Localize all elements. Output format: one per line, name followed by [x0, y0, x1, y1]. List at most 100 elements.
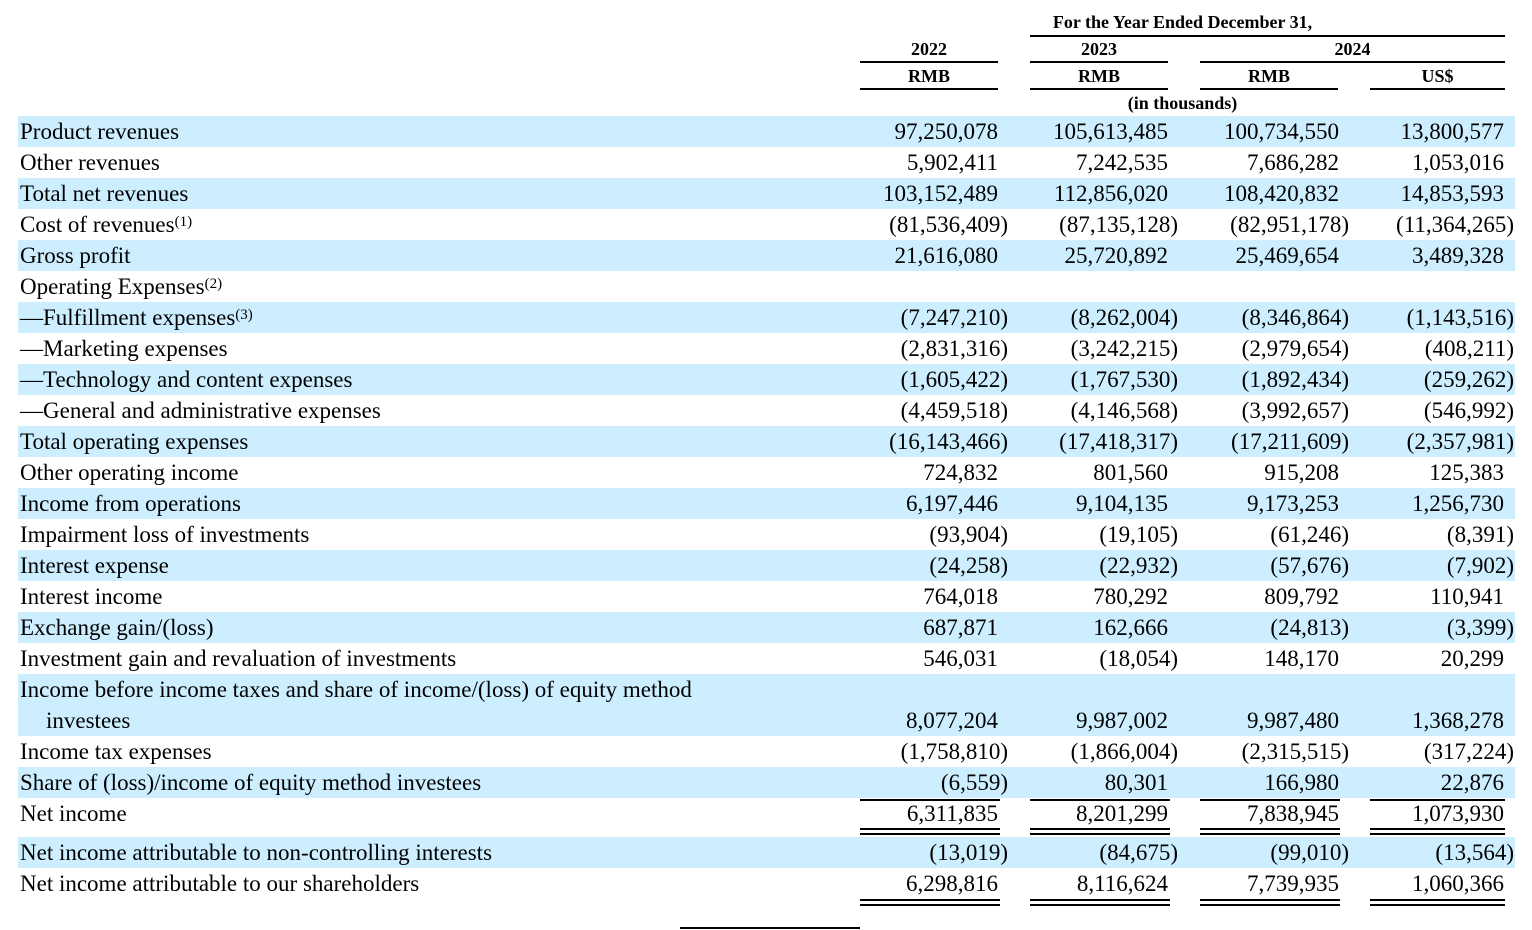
cell-value: (84,675) — [1099, 840, 1178, 865]
table-row: Interest expense (24,258) (22,932) (57,676)… — [18, 550, 1515, 581]
shareholders-double-rule — [860, 899, 1000, 906]
cell-value: (8,262,004) — [1070, 305, 1178, 330]
currency-2023-rule — [1030, 88, 1168, 90]
currency-2023-header: RMB — [1078, 66, 1120, 86]
cell-value: (8,391) — [1446, 522, 1514, 547]
table-row: Impairment loss of investments (93,904) (1… — [18, 519, 1515, 550]
cell-value: (4,459,518) — [900, 398, 1008, 423]
row-label-text: —Technology and content expenses — [20, 367, 353, 392]
cell-value: (13,019) — [929, 840, 1008, 865]
cell-value: 9,987,480 — [1247, 708, 1339, 733]
cell-value: 915,208 — [1264, 460, 1339, 485]
cell-value: 9,987,002 — [1076, 708, 1168, 733]
cell-value: 148,170 — [1264, 646, 1339, 671]
row-label: Share of (loss)/income of equity method … — [20, 767, 481, 798]
cell-value: 809,792 — [1264, 584, 1339, 609]
table-row: Income tax expenses (1,758,810) (1,866,004… — [18, 736, 1515, 767]
cell-value: 7,686,282 — [1247, 150, 1339, 175]
table-row: Share of (loss)/income of equity method … — [18, 767, 1515, 798]
row-label: —General and administrative expenses — [20, 395, 381, 426]
row-label: —Marketing expenses — [20, 333, 228, 364]
cell-value: 105,613,485 — [1053, 119, 1168, 144]
table-row: Product revenues 97,250,078 105,613,485 100… — [18, 116, 1515, 147]
cell-value: 108,420,832 — [1224, 181, 1339, 206]
cell-value: 125,383 — [1429, 460, 1504, 485]
table-row: Gross profit 21,616,080 25,720,892 25,469,6… — [18, 240, 1515, 271]
cell-value: (81,536,409) — [889, 212, 1008, 237]
cell-value: 110,941 — [1430, 584, 1504, 609]
cell-value: 8,201,299 — [1076, 801, 1168, 826]
period-title-rule — [1030, 35, 1505, 37]
footnote-separator — [680, 927, 860, 929]
row-label-text: Exchange gain/(loss) — [20, 615, 214, 640]
row-label: Total operating expenses — [20, 426, 248, 457]
cell-value: 3,489,328 — [1412, 243, 1504, 268]
cell-value: (7,247,210) — [900, 305, 1008, 330]
cell-value: (1,866,004) — [1070, 739, 1178, 764]
row-label-text: Share of (loss)/income of equity method … — [20, 770, 482, 795]
row-label-text: Product revenues — [20, 119, 180, 144]
cell-value: (17,418,317) — [1059, 429, 1178, 454]
table-row: Investment gain and revaluation of inves… — [18, 643, 1515, 674]
cell-value: (17,211,609) — [1231, 429, 1349, 454]
cell-value: (93,904) — [929, 522, 1008, 547]
row-label: Exchange gain/(loss) — [20, 612, 214, 643]
cell-value: 162,666 — [1093, 615, 1168, 640]
cell-value: 100,734,550 — [1224, 119, 1339, 144]
row-label-text: —Marketing expenses — [20, 336, 228, 361]
year-2022-header: 2022 — [911, 39, 947, 59]
row-label: Operating Expenses(2) — [20, 271, 222, 302]
cell-value: (1,758,810) — [900, 739, 1008, 764]
cell-value: (2,831,316) — [900, 336, 1008, 361]
net-income-double-rule — [1200, 828, 1340, 835]
table-row: Total operating expenses (16,143,466) (17,… — [18, 426, 1515, 457]
table-row: Net income 6,311,835 8,201,299 7,838,945 1,0… — [18, 798, 1515, 829]
year-2022-rule — [860, 61, 998, 63]
row-label-text: Total net revenues — [20, 181, 189, 206]
shareholders-double-rule — [1030, 899, 1170, 906]
table-row: Total net revenues 103,152,489 112,856,020… — [18, 178, 1515, 209]
cell-value: (4,146,568) — [1070, 398, 1178, 423]
table-row: —Fulfillment expenses(3) (7,247,210) (8,26… — [18, 302, 1515, 333]
table-row: Other operating income 724,832 801,560 915,… — [18, 457, 1515, 488]
cell-value: 20,299 — [1440, 646, 1504, 671]
table-row: —Marketing expenses (2,831,316) (3,242,215… — [18, 333, 1515, 364]
table-row: —Technology and content expenses (1,605,4… — [18, 364, 1515, 395]
currency-2024-rmb-rule — [1200, 88, 1338, 90]
table-row: Net income attributable to non-controlli… — [18, 837, 1515, 868]
cell-value: 1,256,730 — [1412, 491, 1504, 516]
row-label-continuation: investees — [46, 708, 131, 733]
footnote-marker: (2) — [204, 276, 223, 292]
row-label: Interest income — [20, 581, 162, 612]
cell-value: 166,980 — [1264, 770, 1339, 795]
net-income-rule-top — [1370, 799, 1505, 801]
cell-value: 1,053,016 — [1412, 150, 1504, 175]
net-income-rule-top — [1030, 799, 1170, 801]
row-label-text: Cost of revenues — [20, 212, 175, 237]
year-2023-rule — [1030, 61, 1168, 63]
cell-value: 25,720,892 — [1064, 243, 1169, 268]
cell-value: 1,073,930 — [1412, 801, 1504, 826]
cell-value: 724,832 — [923, 460, 998, 485]
row-label-text: Other operating income — [20, 460, 239, 485]
currency-2024-rmb-header: RMB — [1248, 66, 1290, 86]
table-row: Income from operations 6,197,446 9,104,135… — [18, 488, 1515, 519]
row-label: Income from operations — [20, 488, 241, 519]
currency-2024-usd-header: US$ — [1421, 66, 1454, 86]
cell-value: 80,301 — [1104, 770, 1168, 795]
shareholders-double-rule — [1200, 899, 1340, 906]
cell-value: 801,560 — [1093, 460, 1168, 485]
row-label-text: Net income — [20, 801, 127, 826]
cell-value: 25,469,654 — [1235, 243, 1340, 268]
table-row: Exchange gain/(loss) 687,871 162,666 (24,81… — [18, 612, 1515, 643]
cell-value: (1,605,422) — [900, 367, 1008, 392]
cell-value: (546,992) — [1423, 398, 1514, 423]
cell-value: (3,242,215) — [1070, 336, 1178, 361]
row-label-text: Total operating expenses — [20, 429, 249, 454]
cell-value: (22,932) — [1099, 553, 1178, 578]
row-label: Other operating income — [20, 457, 238, 488]
year-2023-header: 2023 — [1081, 39, 1117, 59]
cell-value: 14,853,593 — [1400, 181, 1505, 206]
row-label-text: Impairment loss of investments — [20, 522, 310, 547]
cell-value: 22,876 — [1440, 770, 1504, 795]
